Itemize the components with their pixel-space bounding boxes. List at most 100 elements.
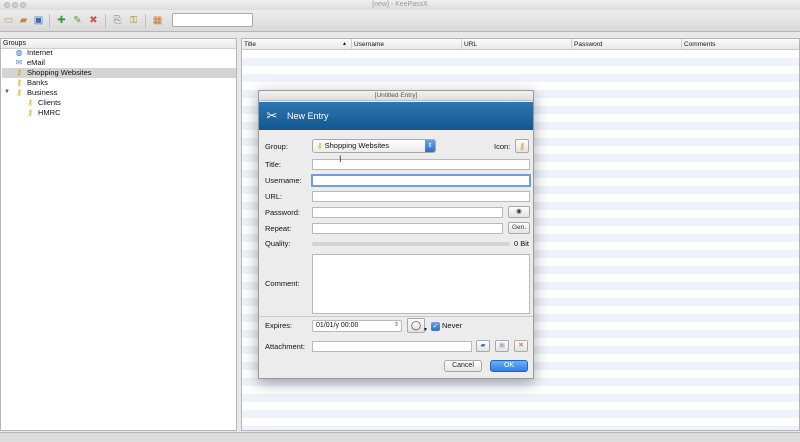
open-database-icon[interactable]: ▰ bbox=[17, 14, 30, 27]
table-row bbox=[242, 426, 799, 430]
group-item-banks[interactable]: ⚷ Banks bbox=[14, 78, 48, 88]
open-attachment-button[interactable]: ▰ bbox=[476, 340, 490, 352]
url-field[interactable] bbox=[312, 191, 530, 202]
comment-textarea[interactable] bbox=[312, 254, 530, 314]
group-item-internet[interactable]: ◍ Internet bbox=[14, 48, 53, 58]
save-attachment-button[interactable]: ▣ bbox=[495, 340, 509, 352]
never-expires-checkbox[interactable]: ✓ bbox=[431, 322, 440, 331]
dialog-banner: ✂ New Entry bbox=[259, 102, 533, 130]
icon-picker-button[interactable]: ⚷ bbox=[515, 139, 529, 153]
group-label: Clients bbox=[38, 98, 61, 107]
zoom-window-button[interactable] bbox=[20, 2, 26, 8]
column-header-password[interactable]: Password bbox=[572, 39, 682, 50]
icon-label: Icon: bbox=[494, 142, 511, 151]
attachment-field[interactable] bbox=[312, 341, 472, 352]
comment-label: Comment: bbox=[265, 279, 300, 288]
key-icon: ⚷ bbox=[16, 78, 22, 87]
dialog-divider bbox=[259, 316, 533, 317]
new-entry-dialog: [Untitled Entry] ✂ New Entry Group: ⚷ Sh… bbox=[258, 90, 534, 379]
key-icon: ⚷ bbox=[27, 98, 33, 107]
group-item-email[interactable]: ✉ eMail bbox=[14, 58, 45, 68]
ok-button[interactable]: OK bbox=[490, 360, 528, 372]
sort-ascending-icon: ▲ bbox=[342, 41, 347, 47]
expand-arrow-icon[interactable]: ▼ bbox=[4, 89, 10, 95]
expires-value: 01/01/y 00:00 bbox=[316, 322, 359, 329]
close-window-button[interactable] bbox=[4, 2, 10, 8]
password-quality-bar bbox=[312, 242, 510, 246]
delete-entry-icon[interactable]: ✖ bbox=[87, 14, 100, 27]
groups-pane: Groups ◍ Internet ✉ eMail ⚷ Shopping Web… bbox=[0, 38, 237, 431]
table-row bbox=[242, 58, 799, 66]
save-icon: ▣ bbox=[498, 342, 506, 349]
group-label: Banks bbox=[27, 78, 48, 87]
dialog-heading: New Entry bbox=[287, 111, 329, 121]
username-label: Username: bbox=[265, 176, 302, 185]
never-label: Never bbox=[442, 321, 463, 330]
repeat-label: Repeat: bbox=[265, 224, 292, 233]
toolbar-separator bbox=[145, 14, 146, 28]
eye-icon: ◉ bbox=[516, 208, 522, 215]
attachment-label: Attachment: bbox=[265, 342, 306, 351]
clock-icon: ◯ bbox=[410, 320, 422, 330]
toolbar-separator bbox=[105, 14, 106, 28]
globe-icon: ◍ bbox=[15, 48, 23, 57]
window-title: [new] - KeePassX bbox=[372, 1, 428, 8]
column-header-title[interactable]: Title ▲ bbox=[242, 39, 352, 50]
key-icon: ⚷ bbox=[518, 141, 526, 151]
group-item-shopping-websites[interactable]: ⚷ Shopping Websites bbox=[14, 68, 91, 78]
table-row bbox=[242, 74, 799, 82]
delete-icon: ✖ bbox=[518, 342, 524, 349]
tools-icon: ✂ bbox=[266, 108, 278, 123]
quality-value: 0 Bit bbox=[514, 239, 530, 248]
column-header-username[interactable]: Username bbox=[352, 39, 462, 50]
column-header-comments[interactable]: Comments bbox=[682, 39, 799, 50]
dialog-window-title: [Untitled Entry] bbox=[259, 91, 533, 101]
stepper-icon[interactable]: ⇕ bbox=[394, 321, 399, 328]
search-input[interactable] bbox=[172, 13, 253, 27]
key-icon: ⚷ bbox=[317, 141, 323, 150]
key-icon: ⚷ bbox=[27, 108, 33, 117]
main-toolbar: ▭ ▰ ▣ ✚ ✎ ✖ ⎘ ⚿ ▦ bbox=[0, 10, 800, 32]
password-label: Password: bbox=[265, 208, 301, 217]
expires-label: Expires: bbox=[265, 321, 293, 330]
group-item-business[interactable]: ⚷ Business bbox=[14, 88, 57, 98]
dropdown-arrow-icon[interactable]: ▼ bbox=[423, 327, 428, 333]
password-field[interactable] bbox=[312, 207, 503, 218]
group-label: HMRC bbox=[38, 108, 61, 117]
status-bar bbox=[0, 432, 800, 442]
group-label: Group: bbox=[265, 142, 288, 151]
group-select-value: Shopping Websites bbox=[324, 141, 390, 150]
expires-datetime-field[interactable]: 01/01/y 00:00 bbox=[312, 320, 402, 332]
folder-icon: ▰ bbox=[480, 342, 486, 349]
minimize-window-button[interactable] bbox=[12, 2, 18, 8]
repeat-password-field[interactable] bbox=[312, 223, 503, 234]
group-item-hmrc[interactable]: ⚷ HMRC bbox=[25, 108, 61, 118]
copy-username-icon[interactable]: ⎘ bbox=[111, 14, 124, 27]
text-cursor-icon: I bbox=[339, 154, 342, 164]
envelope-icon: ✉ bbox=[15, 58, 23, 67]
column-header-url[interactable]: URL bbox=[462, 39, 572, 50]
cancel-button[interactable]: Cancel bbox=[444, 360, 482, 372]
lock-icon[interactable]: ▦ bbox=[151, 14, 164, 27]
title-field[interactable] bbox=[312, 159, 530, 170]
group-item-clients[interactable]: ⚷ Clients bbox=[25, 98, 61, 108]
window-titlebar: [new] - KeePassX bbox=[0, 0, 800, 10]
add-entry-icon[interactable]: ✚ bbox=[55, 14, 68, 27]
table-row bbox=[242, 378, 799, 386]
table-row bbox=[242, 394, 799, 402]
group-label: Business bbox=[27, 88, 58, 97]
toggle-password-visibility-button[interactable]: ◉ bbox=[508, 206, 530, 218]
group-label: Internet bbox=[27, 48, 53, 57]
save-database-icon[interactable]: ▣ bbox=[32, 14, 45, 27]
username-field[interactable] bbox=[311, 174, 531, 187]
url-label: URL: bbox=[265, 192, 283, 201]
generate-password-button[interactable]: Gen. bbox=[508, 222, 530, 234]
quality-label: Quality: bbox=[265, 239, 291, 248]
new-database-icon[interactable]: ▭ bbox=[2, 14, 15, 27]
key-icon: ⚷ bbox=[16, 68, 22, 77]
toolbar-separator bbox=[49, 14, 50, 28]
group-select[interactable]: ⚷ Shopping Websites ⇕ bbox=[312, 139, 436, 153]
copy-password-icon[interactable]: ⚿ bbox=[127, 14, 140, 27]
edit-entry-icon[interactable]: ✎ bbox=[71, 14, 84, 27]
delete-attachment-button[interactable]: ✖ bbox=[514, 340, 528, 352]
